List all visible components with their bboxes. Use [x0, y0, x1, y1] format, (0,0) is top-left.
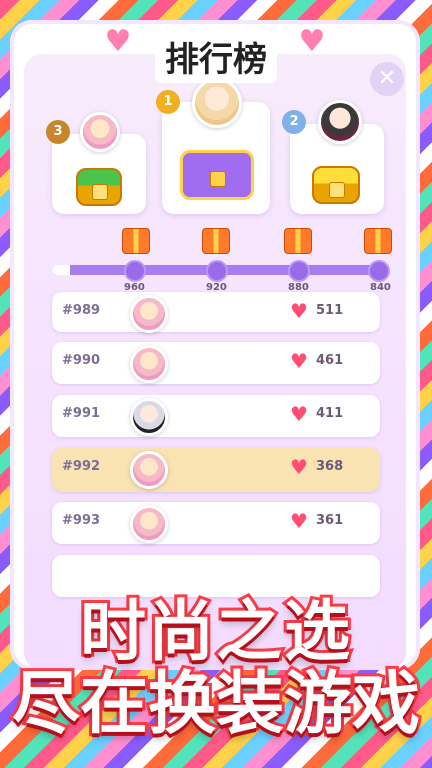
- treasure-chest-icon: [76, 168, 122, 206]
- progress-empty-segment: [52, 265, 70, 275]
- table-row[interactable]: #989 ♥ 511: [52, 292, 380, 333]
- bronze-medal-icon: 3: [46, 120, 70, 144]
- table-row[interactable]: #990 ♥ 461: [52, 342, 380, 384]
- gift-box-icon[interactable]: [284, 228, 312, 254]
- milestone-node: [124, 260, 146, 282]
- promo-slogan-line-2: 尽在换装游戏: [9, 662, 423, 747]
- page-title: 排行榜: [155, 30, 277, 83]
- avatar: [130, 398, 168, 436]
- gold-medal-icon: 1: [156, 90, 180, 114]
- rank-number: #992: [62, 459, 101, 474]
- rank-number: #990: [62, 353, 101, 368]
- avatar: [130, 345, 168, 383]
- gift-box-icon[interactable]: [364, 228, 392, 254]
- treasure-chest-icon: [180, 150, 254, 200]
- table-row[interactable]: #993 ♥ 361: [52, 502, 380, 544]
- milestone-node: [288, 260, 310, 282]
- avatar: [318, 100, 362, 144]
- heart-icon: ♥: [290, 402, 308, 426]
- avatar: [192, 78, 242, 128]
- avatar: [130, 505, 168, 543]
- heart-icon: ♥: [290, 455, 308, 479]
- milestone-node: [206, 260, 228, 282]
- rank-number: #991: [62, 406, 101, 421]
- avatar: [130, 451, 168, 489]
- score-value: 411: [316, 406, 344, 421]
- milestone-node: [368, 260, 390, 282]
- rank-number: #993: [62, 513, 101, 528]
- score-value: 368: [316, 459, 344, 474]
- gift-box-icon[interactable]: [202, 228, 230, 254]
- avatar: [130, 295, 168, 333]
- silver-medal-icon: 2: [282, 110, 306, 134]
- table-row[interactable]: #991 ♥ 411: [52, 395, 380, 437]
- score-value: 361: [316, 513, 344, 528]
- heart-icon: ♥: [290, 509, 308, 533]
- score-value: 511: [316, 303, 344, 318]
- avatar: [80, 112, 120, 152]
- gift-box-icon[interactable]: [122, 228, 150, 254]
- treasure-chest-icon: [312, 166, 360, 204]
- close-button[interactable]: ✕: [370, 62, 404, 96]
- title-bar: 排行榜: [0, 30, 432, 83]
- close-icon: ✕: [377, 66, 397, 91]
- milestone-label: 840: [370, 282, 391, 293]
- heart-icon: ♥: [290, 349, 308, 373]
- table-row-current-user[interactable]: #992 ♥ 368: [52, 448, 380, 492]
- rank-number: #989: [62, 303, 101, 318]
- heart-icon: ♥: [290, 299, 308, 323]
- score-value: 461: [316, 353, 344, 368]
